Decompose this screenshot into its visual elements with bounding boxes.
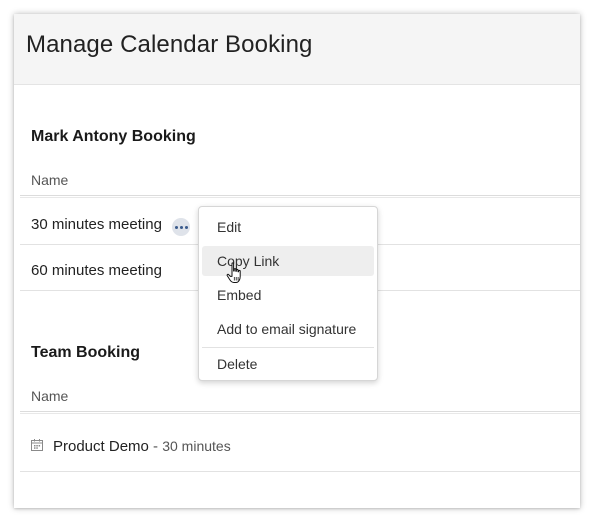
menu-item-edit[interactable]: Edit bbox=[202, 212, 374, 242]
team-booking-row[interactable]: Product Demo - 30 minutes bbox=[53, 438, 231, 455]
menu-separator bbox=[202, 347, 374, 348]
ellipsis-icon-dot bbox=[179, 225, 183, 229]
team-booking-separator: - bbox=[153, 438, 159, 455]
row-divider bbox=[20, 471, 580, 472]
calendar-icon bbox=[31, 439, 43, 451]
ellipsis-icon-dot bbox=[184, 225, 188, 229]
booking-row-30-min[interactable]: 30 minutes meeting bbox=[31, 216, 162, 233]
team-booking-duration: 30 minutes bbox=[162, 438, 231, 454]
column-header-name: Name bbox=[31, 388, 69, 404]
header-divider bbox=[20, 195, 580, 198]
menu-item-delete[interactable]: Delete bbox=[202, 349, 374, 379]
card-header: Manage Calendar Booking bbox=[14, 14, 580, 85]
more-options-button[interactable] bbox=[172, 218, 190, 236]
hand-pointer-icon bbox=[226, 262, 241, 283]
column-header-name: Name bbox=[31, 172, 69, 188]
header-divider bbox=[20, 411, 580, 414]
menu-item-embed[interactable]: Embed bbox=[202, 280, 374, 310]
section-title-team: Team Booking bbox=[31, 344, 141, 361]
page-title: Manage Calendar Booking bbox=[26, 31, 313, 58]
section-title-personal: Mark Antony Booking bbox=[31, 128, 196, 145]
ellipsis-icon bbox=[174, 225, 178, 229]
context-menu: Edit Copy Link Embed Add to email signat… bbox=[198, 206, 378, 381]
manage-booking-card: Manage Calendar Booking Mark Antony Book… bbox=[14, 14, 580, 508]
team-booking-name: Product Demo bbox=[53, 438, 149, 455]
booking-row-60-min[interactable]: 60 minutes meeting bbox=[31, 262, 162, 279]
menu-item-add-to-email-signature[interactable]: Add to email signature bbox=[202, 314, 374, 344]
